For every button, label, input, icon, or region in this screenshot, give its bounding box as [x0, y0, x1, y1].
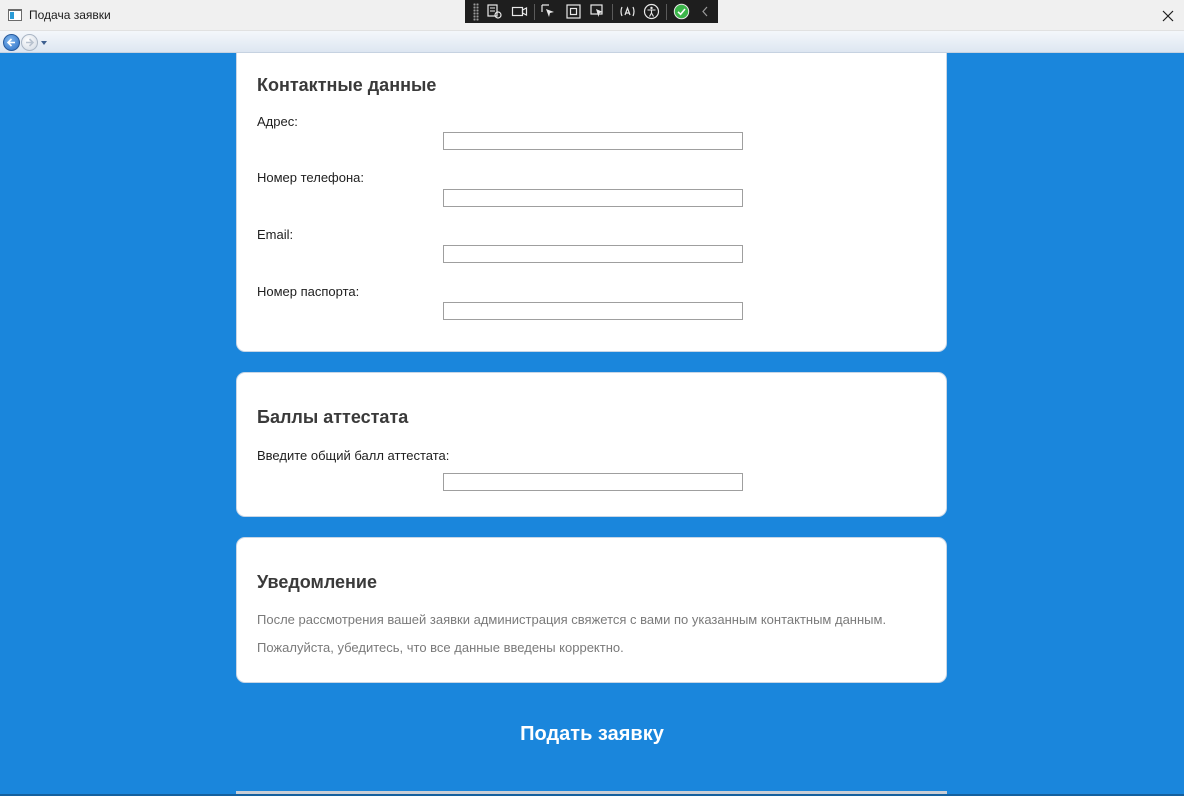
notice-line-2: Пожалуйста, убедитесь, что все данные вв…: [257, 640, 624, 655]
phone-input[interactable]: [443, 189, 743, 207]
collapse-chevron-icon: [702, 6, 708, 17]
pointer-icon: [541, 4, 555, 17]
binding-failures-button[interactable]: [669, 1, 694, 23]
forward-arrow-icon: [26, 38, 35, 47]
display-layout-button[interactable]: [615, 1, 640, 23]
track-focused-element-button[interactable]: [586, 1, 611, 23]
camera-icon: [511, 6, 528, 17]
address-label: Адрес:: [257, 114, 298, 129]
toolbar-separator: [666, 3, 667, 20]
window-title: Подача заявки: [29, 8, 111, 22]
toolbar-separator: [533, 3, 535, 20]
navigation-bar: [0, 31, 1184, 53]
toolbar-separator: [612, 3, 614, 20]
close-button[interactable]: [1152, 0, 1184, 31]
bounds-icon: [566, 4, 581, 19]
select-element-button[interactable]: [537, 1, 562, 23]
notice-line-1: После рассмотрения вашей заявки админист…: [257, 612, 887, 627]
address-input[interactable]: [443, 132, 743, 150]
passport-input[interactable]: [443, 302, 743, 320]
debug-toolbar: [465, 0, 718, 23]
toolbar-grip[interactable]: [473, 2, 479, 21]
display-adorners-button[interactable]: [561, 1, 586, 23]
email-input[interactable]: [443, 245, 743, 263]
record-button[interactable]: [507, 1, 532, 23]
passport-label: Номер паспорта:: [257, 284, 360, 299]
scores-heading: Баллы аттестата: [257, 407, 409, 427]
score-input[interactable]: [443, 473, 743, 491]
application-window: Подача заявки Контактные данные Адрес: Н…: [0, 0, 1184, 796]
back-arrow-icon: [6, 38, 15, 47]
forward-button[interactable]: [21, 34, 38, 51]
go-to-live-visual-tree-button[interactable]: [483, 1, 508, 23]
score-label: Введите общий балл аттестата:: [257, 448, 450, 463]
focus-icon: [590, 4, 604, 17]
phone-label: Номер телефона:: [257, 170, 364, 185]
select-element-icon: [487, 4, 503, 19]
accessibility-checker-button[interactable]: [640, 1, 665, 23]
email-label: Email:: [257, 227, 294, 242]
collapse-toolbar-button[interactable]: [693, 1, 718, 23]
display-layout-icon: [620, 6, 635, 17]
contacts-card: Контактные данные Адрес: Номер телефона:…: [236, 53, 947, 352]
submit-button[interactable]: Подать заявку: [0, 723, 1184, 746]
back-button[interactable]: [3, 34, 20, 51]
close-icon: [1162, 10, 1174, 21]
contacts-heading: Контактные данные: [257, 75, 437, 95]
scores-card: Баллы аттестата Введите общий балл аттес…: [236, 372, 947, 517]
notice-heading: Уведомление: [257, 572, 378, 592]
window-icon: [8, 9, 22, 21]
page-content: Контактные данные Адрес: Номер телефона:…: [0, 53, 1184, 796]
track-focus-check-icon: [673, 3, 689, 20]
notice-card: Уведомление После рассмотрения вашей зая…: [236, 537, 947, 683]
accessibility-icon: [644, 3, 660, 20]
history-dropdown-icon[interactable]: [41, 41, 47, 45]
